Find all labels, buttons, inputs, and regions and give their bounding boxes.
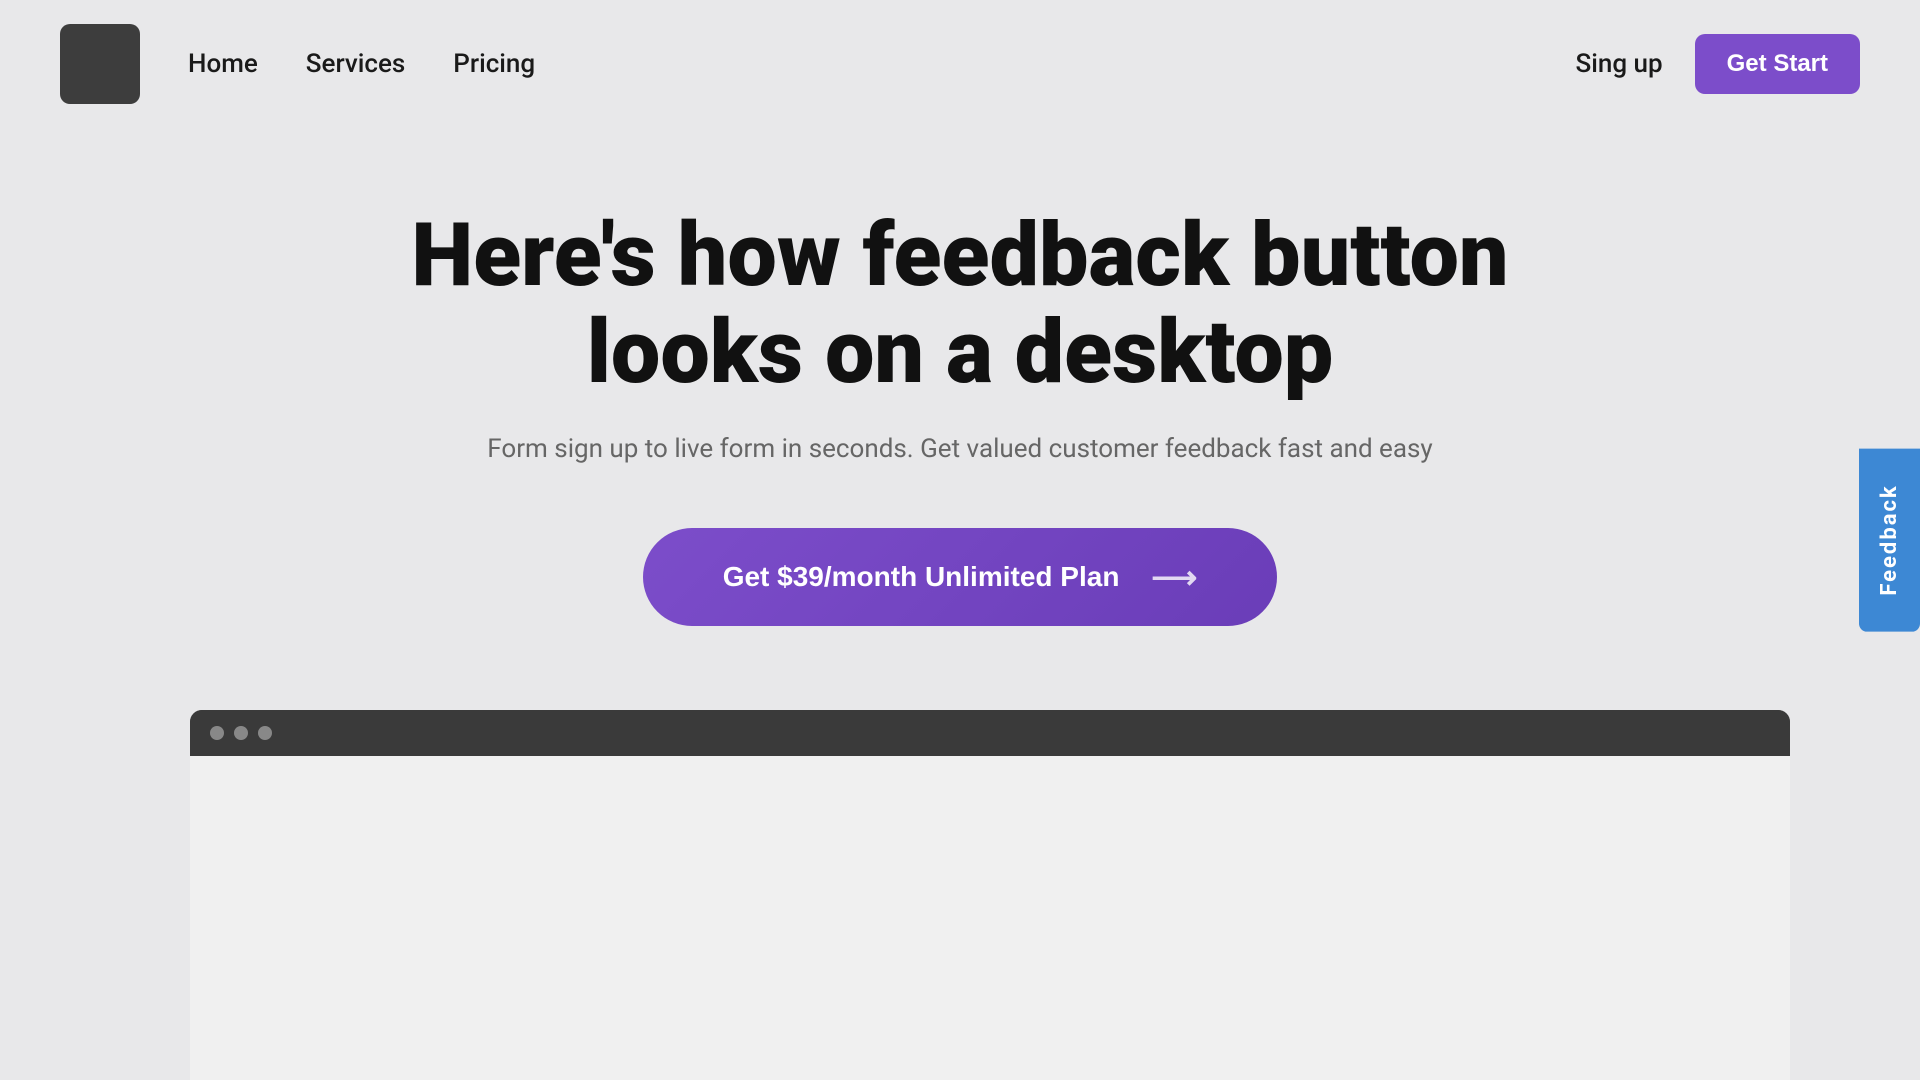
sign-up-link[interactable]: Sing up	[1576, 49, 1663, 79]
nav-item-pricing[interactable]: Pricing	[453, 49, 535, 79]
browser-mockup	[190, 710, 1790, 1080]
feedback-tab[interactable]: Feedback	[1859, 448, 1920, 631]
get-start-button[interactable]: Get Start	[1695, 34, 1860, 94]
navbar: Home Services Pricing Sing up Get Start	[0, 0, 1920, 128]
nav-links: Home Services Pricing	[188, 49, 535, 79]
nav-item-services[interactable]: Services	[306, 49, 406, 79]
nav-link-home[interactable]: Home	[188, 49, 258, 79]
hero-title: Here's how feedback button looks on a de…	[410, 208, 1510, 402]
browser-content	[190, 756, 1790, 1080]
logo[interactable]	[60, 24, 140, 104]
hero-subtitle: Form sign up to live form in seconds. Ge…	[487, 434, 1432, 464]
navbar-left: Home Services Pricing	[60, 24, 535, 104]
nav-item-home[interactable]: Home	[188, 49, 258, 79]
cta-label: Get $39/month Unlimited Plan	[723, 561, 1120, 593]
browser-frame	[190, 710, 1790, 1080]
browser-dot-1	[210, 726, 224, 740]
cta-arrow-icon: ⟶	[1151, 558, 1197, 596]
cta-button[interactable]: Get $39/month Unlimited Plan ⟶	[643, 528, 1278, 626]
hero-section: Here's how feedback button looks on a de…	[0, 128, 1920, 686]
browser-dot-2	[234, 726, 248, 740]
nav-link-pricing[interactable]: Pricing	[453, 49, 535, 79]
browser-titlebar	[190, 710, 1790, 756]
feedback-wrapper[interactable]: Feedback	[1859, 448, 1920, 631]
nav-link-services[interactable]: Services	[306, 49, 406, 79]
browser-dot-3	[258, 726, 272, 740]
navbar-right: Sing up Get Start	[1576, 34, 1860, 94]
